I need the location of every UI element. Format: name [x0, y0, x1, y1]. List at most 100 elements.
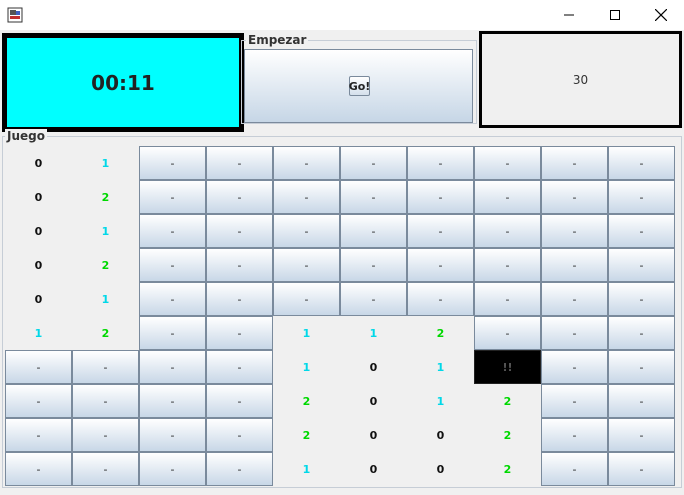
mine-cell-button[interactable]: - [541, 214, 608, 248]
mine-cell-button[interactable]: - [5, 384, 72, 418]
mine-cell-button[interactable]: - [273, 146, 340, 180]
revealed-cell: 1 [436, 360, 445, 374]
mine-cell-button[interactable]: - [541, 452, 608, 486]
mine-cell-button[interactable]: - [72, 350, 139, 384]
mine-cell-button[interactable]: - [72, 418, 139, 452]
mine-cell-button[interactable]: - [608, 316, 675, 350]
mine-cell-button[interactable]: - [139, 418, 206, 452]
revealed-cell: 0 [34, 258, 43, 272]
revealed-cell: 0 [436, 462, 445, 476]
revealed-cell: 2 [503, 462, 512, 476]
mine-cell-button[interactable]: - [608, 350, 675, 384]
minimize-button[interactable] [546, 0, 592, 30]
mine-cell-button[interactable]: - [5, 350, 72, 384]
mine-cell-button[interactable]: - [541, 146, 608, 180]
mine-cell-button[interactable]: - [139, 316, 206, 350]
revealed-cell: 2 [101, 190, 110, 204]
mine-cell-button[interactable]: - [139, 452, 206, 486]
mine-cell-button[interactable]: - [608, 452, 675, 486]
mine-cell-button[interactable]: - [474, 146, 541, 180]
mine-cell-button[interactable]: - [139, 180, 206, 214]
mine-cell-button[interactable]: - [608, 384, 675, 418]
mine-cell-button[interactable]: - [273, 248, 340, 282]
mine-cell-button[interactable]: - [139, 350, 206, 384]
mine-cell-button[interactable]: - [206, 384, 273, 418]
mine-cell-button[interactable]: - [541, 248, 608, 282]
mine-cell-button[interactable]: - [139, 248, 206, 282]
mine-cell-button[interactable]: - [474, 316, 541, 350]
revealed-cell: 1 [302, 462, 311, 476]
flagged-cell[interactable]: !! [474, 350, 541, 384]
mine-cell-button[interactable]: - [273, 180, 340, 214]
minimize-icon [564, 14, 574, 16]
revealed-cell: 2 [101, 326, 110, 340]
mine-cell-button[interactable]: - [474, 248, 541, 282]
mine-cell-button[interactable]: - [206, 452, 273, 486]
mine-cell-button[interactable]: - [541, 418, 608, 452]
mine-cell-button[interactable]: - [541, 282, 608, 316]
mine-cell-button[interactable]: - [139, 214, 206, 248]
revealed-cell: 0 [369, 394, 378, 408]
mine-cell-button[interactable]: - [72, 384, 139, 418]
revealed-cell: 2 [302, 394, 311, 408]
mine-cell-button[interactable]: - [608, 146, 675, 180]
mine-cell-button[interactable]: - [340, 282, 407, 316]
close-button[interactable] [638, 0, 684, 30]
revealed-cell: 2 [101, 258, 110, 272]
revealed-cell: 0 [369, 428, 378, 442]
mine-cell-button[interactable]: - [541, 384, 608, 418]
mine-cell-button[interactable]: - [407, 214, 474, 248]
mine-cell-button[interactable]: - [474, 214, 541, 248]
mine-cell-button[interactable]: - [474, 180, 541, 214]
mine-cell-button[interactable]: - [340, 180, 407, 214]
mine-cell-button[interactable]: - [206, 214, 273, 248]
go-button[interactable]: Go! [349, 76, 370, 96]
revealed-cell: 0 [369, 462, 378, 476]
mine-cell-button[interactable]: - [541, 350, 608, 384]
mine-cell-button[interactable]: - [206, 418, 273, 452]
start-area: Go! [244, 49, 473, 123]
mine-cell-button[interactable]: - [206, 180, 273, 214]
revealed-cell: 1 [101, 224, 110, 238]
revealed-cell: 2 [302, 428, 311, 442]
mine-cell-button[interactable]: - [407, 146, 474, 180]
mine-cell-button[interactable]: - [608, 180, 675, 214]
mine-cell-button[interactable]: - [273, 214, 340, 248]
mine-cell-button[interactable]: - [273, 282, 340, 316]
mine-cell-button[interactable]: - [407, 248, 474, 282]
mine-cell-button[interactable]: - [407, 180, 474, 214]
start-group: Empezar Go! [241, 33, 477, 125]
mine-cell-button[interactable]: - [608, 282, 675, 316]
window-bottom [0, 489, 684, 495]
maximize-button[interactable] [592, 0, 638, 30]
revealed-cell: 1 [101, 156, 110, 170]
revealed-cell: 2 [436, 326, 445, 340]
mine-cell-button[interactable]: - [139, 282, 206, 316]
mine-cell-button[interactable]: - [340, 146, 407, 180]
revealed-cell: 0 [34, 190, 43, 204]
revealed-cell: 1 [302, 326, 311, 340]
mine-cell-button[interactable]: - [206, 350, 273, 384]
mine-cell-button[interactable]: - [608, 418, 675, 452]
mine-cell-button[interactable]: - [139, 384, 206, 418]
mine-cell-button[interactable]: - [206, 248, 273, 282]
maximize-icon [610, 10, 620, 20]
revealed-cell: 0 [369, 360, 378, 374]
mine-cell-button[interactable]: - [72, 452, 139, 486]
mine-cell-button[interactable]: - [206, 146, 273, 180]
revealed-cell: 0 [34, 292, 43, 306]
mine-cell-button[interactable]: - [608, 248, 675, 282]
mine-cell-button[interactable]: - [608, 214, 675, 248]
mine-cell-button[interactable]: - [541, 180, 608, 214]
mine-cell-button[interactable]: - [139, 146, 206, 180]
revealed-cell: 2 [503, 394, 512, 408]
mine-cell-button[interactable]: - [340, 248, 407, 282]
mine-cell-button[interactable]: - [206, 316, 273, 350]
mine-cell-button[interactable]: - [541, 316, 608, 350]
mine-cell-button[interactable]: - [5, 418, 72, 452]
mine-cell-button[interactable]: - [474, 282, 541, 316]
mine-cell-button[interactable]: - [340, 214, 407, 248]
mine-cell-button[interactable]: - [5, 452, 72, 486]
mine-cell-button[interactable]: - [407, 282, 474, 316]
mine-cell-button[interactable]: - [206, 282, 273, 316]
